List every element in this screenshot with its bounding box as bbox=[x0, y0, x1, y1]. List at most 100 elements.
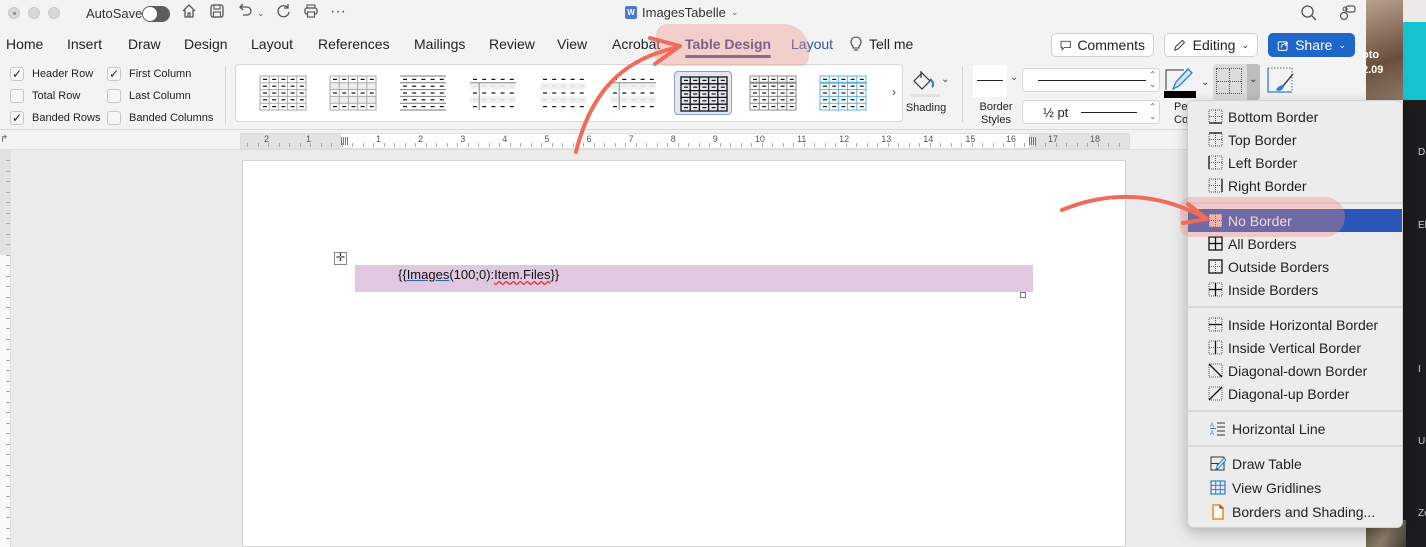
tab-view[interactable]: View bbox=[557, 36, 587, 52]
border-styles-button[interactable] bbox=[973, 65, 1007, 97]
banded-columns-label: Banded Columns bbox=[129, 112, 214, 124]
table-style-thumbnail[interactable] bbox=[324, 71, 382, 115]
table-style-thumbnail[interactable] bbox=[674, 71, 732, 115]
first-column-checkbox[interactable]: ✓ First Column bbox=[107, 67, 191, 81]
tab-acrobat[interactable]: Acrobat bbox=[612, 36, 660, 52]
menu-item-bottom-border[interactable]: Bottom Border bbox=[1188, 105, 1402, 128]
tab-mailings[interactable]: Mailings bbox=[414, 36, 465, 52]
ruler-number: 9 bbox=[712, 134, 718, 144]
menu-item-inside-horizontal-border[interactable]: Inside Horizontal Border bbox=[1188, 313, 1402, 336]
redo-icon[interactable] bbox=[273, 3, 295, 25]
table-style-thumbnail[interactable] bbox=[534, 71, 592, 115]
document-page[interactable] bbox=[242, 160, 1126, 547]
tab-references[interactable]: References bbox=[318, 36, 390, 52]
banded-columns-checkbox[interactable]: Banded Columns bbox=[107, 111, 213, 125]
more-icon[interactable]: ··· bbox=[327, 3, 349, 25]
tab-design[interactable]: Design bbox=[184, 36, 228, 52]
ruler-number: 18 bbox=[1090, 134, 1101, 144]
right-indent-marker[interactable] bbox=[1029, 137, 1036, 145]
ruler-tick bbox=[499, 143, 500, 147]
ruler-tick bbox=[352, 143, 353, 147]
undo-icon[interactable] bbox=[234, 3, 256, 25]
ruler-tick bbox=[362, 143, 364, 147]
pen-color-chevron-icon[interactable]: ⌄ bbox=[1201, 77, 1209, 88]
banded-rows-checkbox[interactable]: ✓ Banded Rows bbox=[10, 111, 101, 125]
collaborators-icon[interactable] bbox=[1337, 4, 1357, 25]
last-column-checkbox[interactable]: Last Column bbox=[107, 89, 191, 103]
tab-layout[interactable]: Layout bbox=[251, 36, 293, 52]
tab-home[interactable]: Home bbox=[6, 36, 43, 52]
document-title[interactable]: W ImagesTabelle ⌄ bbox=[625, 5, 738, 20]
minimize-window-button[interactable] bbox=[28, 7, 40, 19]
inside-vertical-border-icon bbox=[1208, 340, 1223, 355]
pen-color-button[interactable] bbox=[1164, 66, 1202, 100]
left-indent-marker[interactable] bbox=[341, 137, 348, 145]
ruler-tick bbox=[6, 422, 10, 424]
table-style-thumbnail[interactable] bbox=[254, 71, 312, 115]
menu-item-inside-vertical-border[interactable]: Inside Vertical Border bbox=[1188, 336, 1402, 359]
cell-text[interactable]: {{Images(100;0):Item.Files}} bbox=[398, 267, 559, 282]
tab-draw[interactable]: Draw bbox=[128, 36, 161, 52]
line-weight-select[interactable]: ½ pt ⌃ ⌄ bbox=[1022, 100, 1160, 124]
tab-insert[interactable]: Insert bbox=[67, 36, 102, 52]
menu-item-borders-and-shading[interactable]: Borders and Shading... bbox=[1188, 500, 1402, 523]
menu-item-label: Top Border bbox=[1228, 131, 1297, 148]
zoom-window-button[interactable] bbox=[48, 7, 60, 19]
menu-item-diagonal-down-border[interactable]: Diagonal-down Border bbox=[1188, 359, 1402, 382]
menu-item-label: Inside Vertical Border bbox=[1228, 339, 1362, 356]
menu-item-draw-table[interactable]: Draw Table bbox=[1188, 452, 1402, 475]
line-style-select[interactable]: ⌃ ⌄ bbox=[1022, 68, 1160, 92]
save-icon[interactable] bbox=[206, 3, 228, 25]
ruler-tick bbox=[6, 191, 10, 193]
tab-stop-selector-icon[interactable]: ↱ bbox=[0, 134, 8, 145]
table-style-thumbnail[interactable] bbox=[464, 71, 522, 115]
menu-item-horizontal-line[interactable]: A A Horizontal Line bbox=[1188, 417, 1402, 440]
ruler-tick bbox=[604, 143, 605, 147]
menu-item-diagonal-up-border[interactable]: Diagonal-up Border bbox=[1188, 382, 1402, 405]
border-painter-button[interactable] bbox=[1266, 66, 1296, 98]
undo-dropdown-chevron-icon[interactable]: ⌄ bbox=[257, 8, 265, 19]
vertical-ruler[interactable] bbox=[0, 150, 11, 547]
close-window-button[interactable] bbox=[8, 7, 20, 19]
ruler-tick bbox=[6, 454, 10, 455]
menu-item-inside-borders[interactable]: Inside Borders bbox=[1188, 278, 1402, 301]
ruler-number: 8 bbox=[670, 134, 676, 144]
borders-button[interactable]: ⌄ bbox=[1213, 64, 1260, 100]
horizontal-ruler[interactable]: ↱ 2 1 1 2 3 4 5 6 7 8 9 10 11 12 13 14 15 16 17 18 bbox=[0, 130, 1366, 150]
divider bbox=[962, 66, 963, 122]
menu-item-label: Inside Horizontal Border bbox=[1228, 316, 1379, 333]
table-style-thumbnail[interactable] bbox=[744, 71, 802, 115]
table-style-thumbnail[interactable] bbox=[394, 71, 452, 115]
menu-item-top-border[interactable]: Top Border bbox=[1188, 128, 1402, 151]
editing-mode-button[interactable]: Editing ⌄ bbox=[1164, 33, 1258, 57]
ruler-tick bbox=[992, 143, 994, 147]
border-painter-icon bbox=[1267, 67, 1294, 93]
total-row-checkbox[interactable]: Total Row bbox=[10, 89, 80, 103]
menu-item-right-border[interactable]: Right Border bbox=[1188, 174, 1402, 197]
borders-dropdown-chevron-icon[interactable]: ⌄ bbox=[1247, 64, 1260, 100]
ruler-tick bbox=[782, 143, 784, 147]
ruler-tick bbox=[6, 244, 10, 245]
tab-review[interactable]: Review bbox=[489, 36, 535, 52]
border-styles-chevron-icon[interactable]: ⌄ bbox=[1010, 72, 1018, 83]
table-resize-handle[interactable] bbox=[1020, 292, 1026, 298]
menu-item-left-border[interactable]: Left Border bbox=[1188, 151, 1402, 174]
search-icon[interactable] bbox=[1300, 4, 1318, 25]
ruler-tick bbox=[278, 143, 280, 147]
ruler-tick bbox=[635, 143, 637, 147]
table-move-handle-icon[interactable]: ✛ bbox=[334, 252, 347, 265]
tell-me-search[interactable]: Tell me bbox=[849, 36, 913, 52]
gallery-next-arrow-icon[interactable]: › bbox=[892, 85, 896, 99]
comments-button[interactable]: Comments bbox=[1051, 33, 1154, 57]
home-icon[interactable] bbox=[178, 3, 200, 25]
menu-item-view-gridlines[interactable]: View Gridlines bbox=[1188, 476, 1402, 499]
table-style-thumbnail[interactable] bbox=[814, 71, 872, 115]
share-button[interactable]: Share ⌄ bbox=[1268, 33, 1355, 57]
autosave-toggle[interactable] bbox=[142, 6, 170, 22]
header-row-checkbox[interactable]: ✓ Header Row bbox=[10, 67, 93, 81]
shading-button[interactable]: ⌄ Shading bbox=[905, 64, 955, 124]
ruler-tick bbox=[530, 143, 532, 147]
print-icon[interactable] bbox=[300, 3, 322, 25]
table-style-thumbnail[interactable] bbox=[604, 71, 662, 115]
menu-item-outside-borders[interactable]: Outside Borders bbox=[1188, 255, 1402, 278]
